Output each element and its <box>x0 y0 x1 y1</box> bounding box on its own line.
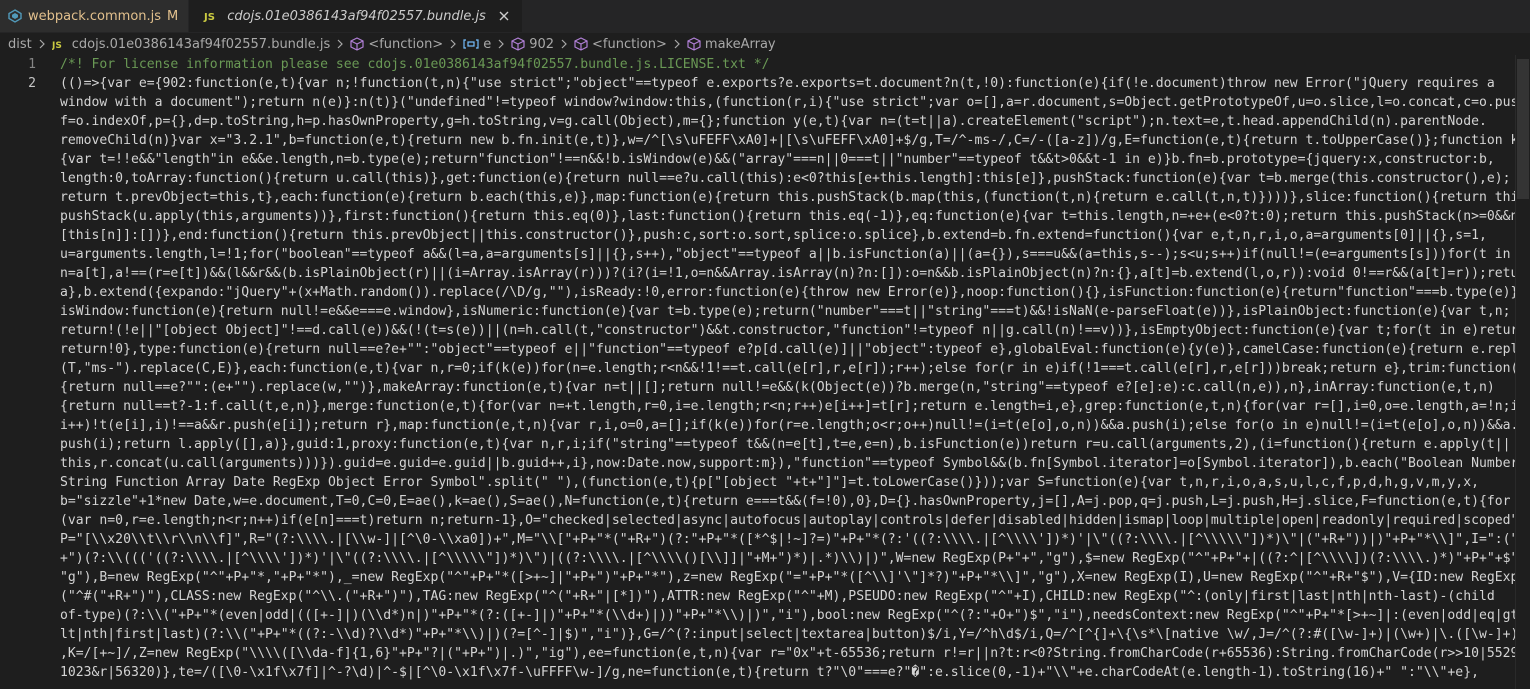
line-number: 1 <box>28 57 36 72</box>
code-line[interactable]: return!(!e||"[object Object]"!==d.call(e… <box>60 321 1530 340</box>
breadcrumb: dist JS cdojs.01e0386143af94f02557.bundl… <box>0 33 1530 55</box>
code-line[interactable]: {return null==e?"":(e+"").replace(w,"")}… <box>60 378 1512 397</box>
code-line[interactable]: (T,"ms-").replace(C,E)},each:function(e,… <box>60 359 1530 378</box>
comment-line[interactable]: /*! For license information please see c… <box>60 55 1512 74</box>
js-file-icon: JS <box>203 10 221 22</box>
breadcrumb-variable[interactable]: e <box>463 37 491 52</box>
breadcrumb-dist-label: dist <box>8 36 32 52</box>
tab-webpack-common[interactable]: webpack.common.js M <box>0 0 190 32</box>
close-icon[interactable] <box>496 8 512 24</box>
chevron-right-icon <box>673 39 681 49</box>
code-line[interactable]: f=o.indexOf,p={},d=p.toString,h=p.hasOwn… <box>60 112 1512 131</box>
code-line[interactable]: i++)!t(e[i],i)!==a&&r.push(e[i]);return … <box>60 416 1518 435</box>
breadcrumb-method[interactable]: makeArray <box>687 37 776 52</box>
breadcrumb-function-1-label: <function> <box>368 36 444 52</box>
code-line[interactable]: P="[\\x20\\t\\r\\n\\f]",R="(?:\\\\.|[\\w… <box>60 530 1530 549</box>
code-line[interactable]: of-type)(?:\\("+P+"*(even|odd|(([+-]|)(\… <box>60 606 1526 625</box>
code-line[interactable]: window with a document");return n(e)}:n(… <box>60 93 1530 112</box>
cube-symbol-icon <box>350 37 364 51</box>
breadcrumb-function-2[interactable]: <function> <box>574 37 667 52</box>
breadcrumb-function-2-label: <function> <box>592 36 667 52</box>
code-line[interactable]: +")(?:\\((('((?:\\\\.|[^\\\\'])*)'|\"((?… <box>60 549 1526 568</box>
cube-symbol-icon <box>687 37 701 51</box>
code-editor[interactable]: 1 2 /*! For license information please s… <box>0 55 1530 689</box>
code-line[interactable]: (var n=0,r=e.length;n<r;n++)if(e[n]===t)… <box>60 511 1526 530</box>
code-line[interactable]: ("^#("+R+")"),CLASS:new RegExp("^\\.("+R… <box>60 587 1512 606</box>
code-line[interactable]: lt|nth|first|last)(?:\\("+P+"*((?:-\\d)?… <box>60 625 1530 644</box>
webpack-icon <box>8 9 22 23</box>
code-line[interactable]: u=arguments.length,l=!1;for("boolean"==t… <box>60 245 1530 264</box>
chevron-right-icon <box>497 39 505 49</box>
svg-text:JS: JS <box>203 12 215 22</box>
code-line[interactable]: b="sizzle"+1*new Date,w=e.document,T=0,C… <box>60 492 1512 511</box>
code-line[interactable]: this,r.concat(u.call(arguments)))}).guid… <box>60 454 1518 473</box>
code-line[interactable]: [this[n]]:[])},end:function(){return thi… <box>60 226 1512 245</box>
chevron-right-icon <box>560 39 568 49</box>
chevron-right-icon <box>336 39 344 49</box>
code-line[interactable]: (()=>{var e={902:function(e,t){var n;!fu… <box>60 74 1512 93</box>
variable-icon <box>463 38 479 50</box>
code-line[interactable]: length:0,toArray:function(){return u.cal… <box>60 169 1512 188</box>
tab-label: webpack.common.js <box>28 8 162 24</box>
code-line[interactable]: push(i);return l.apply([],a)},guid:1,pro… <box>60 435 1512 454</box>
code-line[interactable]: pushStack(u.apply(this,arguments))},firs… <box>60 207 1530 226</box>
code-line[interactable]: return!0},type:function(e){return null==… <box>60 340 1530 359</box>
breadcrumb-dist[interactable]: dist <box>8 37 32 52</box>
code-content[interactable]: /*! For license information please see c… <box>60 55 1530 689</box>
cube-symbol-icon <box>574 37 588 51</box>
code-line[interactable]: removeChild(n)}var x="3.2.1",b=function(… <box>60 131 1530 150</box>
code-line[interactable]: 1023&r|56320)},te=/([\0-\x1f\x7f]|^-?\d)… <box>60 663 1512 682</box>
chevron-right-icon <box>449 39 457 49</box>
tab-label: cdojs.01e0386143af94f02557.bundle.js <box>227 8 486 24</box>
line-number-gutter: 1 2 <box>0 55 60 689</box>
tab-bundle[interactable]: JS cdojs.01e0386143af94f02557.bundle.js <box>189 0 523 32</box>
breadcrumb-number-label: 902 <box>529 36 555 52</box>
code-line[interactable]: ,K=/[+~]/,Z=new RegExp("\\\\([\\da-f]{1,… <box>60 644 1530 663</box>
chevron-right-icon <box>38 39 46 49</box>
code-line[interactable]: "g"),B=new RegExp("^"+P+"*,"+P+"*"),_=ne… <box>60 568 1518 587</box>
js-file-icon: JS <box>52 38 68 50</box>
code-line[interactable]: String Function Array Date RegExp Object… <box>60 473 1512 492</box>
code-line[interactable]: return t.prevObject=this,t},each:functio… <box>60 188 1530 207</box>
breadcrumb-file-label: cdojs.01e0386143af94f02557.bundle.js <box>71 36 331 52</box>
line-number: 2 <box>28 76 36 91</box>
tab-bar: webpack.common.js M JS cdojs.01e0386143a… <box>0 0 1530 33</box>
breadcrumb-file[interactable]: JS cdojs.01e0386143af94f02557.bundle.js <box>52 37 331 52</box>
scrollbar-thumb[interactable] <box>1517 59 1529 199</box>
code-line[interactable]: isWindow:function(e){return null!=e&&e==… <box>60 302 1512 321</box>
code-line[interactable]: {return null==t?-1:f.call(t,e,n)},merge:… <box>60 397 1530 416</box>
breadcrumb-method-label: makeArray <box>704 36 776 52</box>
breadcrumb-function-1[interactable]: <function> <box>350 37 443 52</box>
code-line[interactable]: {var t=!!e&&"length"in e&&e.length,n=b.t… <box>60 150 1512 169</box>
cube-symbol-icon <box>511 37 525 51</box>
svg-text:JS: JS <box>52 41 62 50</box>
breadcrumb-number[interactable]: 902 <box>511 37 554 52</box>
breadcrumb-variable-label: e <box>483 36 492 52</box>
code-line[interactable]: n=a[t],a!==(r=e[t])&&(l&&r&&(b.isPlainOb… <box>60 264 1530 283</box>
modified-badge: M <box>167 8 179 24</box>
vertical-scrollbar[interactable] <box>1515 55 1530 689</box>
code-line[interactable]: a},b.extend({expando:"jQuery"+(x+Math.ra… <box>60 283 1526 302</box>
